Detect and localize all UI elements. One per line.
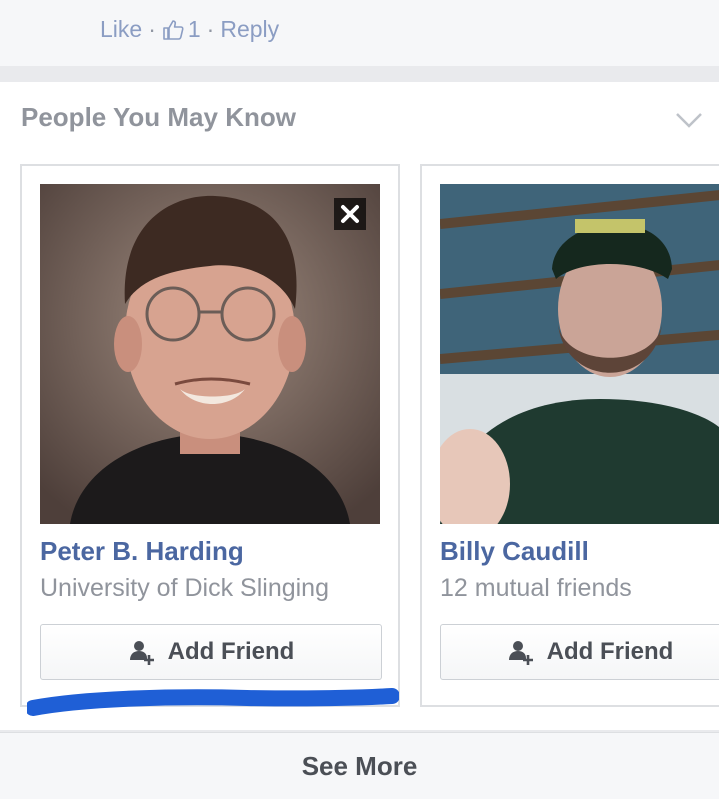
- reply-link[interactable]: Reply: [220, 16, 279, 43]
- chevron-down-icon[interactable]: [674, 110, 704, 130]
- separator: ·: [206, 16, 215, 42]
- marker-underline: [27, 688, 399, 716]
- close-icon: [341, 205, 359, 223]
- add-friend-icon: [508, 641, 533, 665]
- person-name[interactable]: Billy Caudill: [440, 536, 589, 567]
- person-subtitle: 12 mutual friends: [440, 574, 632, 602]
- add-friend-button[interactable]: Add Friend: [440, 624, 719, 680]
- dismiss-button[interactable]: [334, 198, 366, 230]
- like-thumb-icon: [162, 19, 184, 41]
- profile-photo[interactable]: [440, 184, 719, 524]
- see-more-button[interactable]: See More: [0, 732, 719, 799]
- person-card: Peter B. Harding University of Dick Slin…: [20, 164, 400, 707]
- separator: ·: [148, 16, 156, 42]
- comment-action-bar: Like · 1 · Reply: [0, 0, 719, 66]
- person-card: Billy Caudill 12 mutual friends Add Frie…: [420, 164, 719, 707]
- comment-actions: Like · 1 · Reply: [100, 16, 279, 43]
- see-more-label: See More: [301, 750, 418, 781]
- like-count[interactable]: 1: [188, 16, 201, 43]
- add-friend-icon: [129, 641, 154, 665]
- profile-photo[interactable]: [40, 184, 380, 524]
- person-subtitle: University of Dick Slinging: [40, 574, 329, 602]
- add-friend-button[interactable]: Add Friend: [40, 624, 382, 680]
- section-title: People You May Know: [21, 102, 296, 132]
- add-friend-label: Add Friend: [546, 638, 674, 665]
- people-you-may-know-panel: People You May Know Peter B. Harding Uni…: [0, 82, 719, 730]
- like-link[interactable]: Like: [100, 16, 142, 43]
- add-friend-label: Add Friend: [167, 638, 295, 665]
- person-name[interactable]: Peter B. Harding: [40, 536, 244, 567]
